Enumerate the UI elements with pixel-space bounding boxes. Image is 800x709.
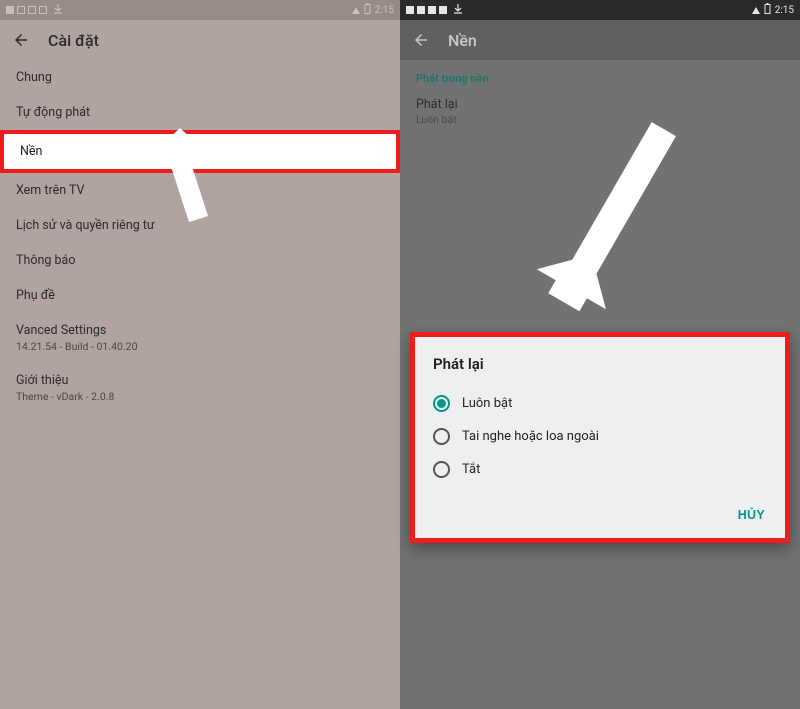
radio-icon — [433, 428, 450, 445]
battery-icon — [764, 3, 771, 17]
radio-icon — [433, 395, 450, 412]
option-headphones[interactable]: Tai nghe hoặc loa ngoài — [433, 420, 767, 453]
row-watch-tv[interactable]: Xem trên TV — [0, 173, 400, 208]
row-about[interactable]: Giới thiệu Theme - vDark - 2.0.8 — [0, 363, 400, 413]
option-off[interactable]: Tắt — [433, 453, 767, 486]
row-notifications[interactable]: Thông báo — [0, 243, 400, 278]
radio-icon — [433, 461, 450, 478]
row-autoplay[interactable]: Tự động phát — [0, 95, 400, 130]
row-history[interactable]: Lịch sử và quyền riêng tư — [0, 208, 400, 243]
status-bar-right: 2:15 — [400, 0, 800, 20]
row-captions[interactable]: Phụ đề — [0, 278, 400, 313]
status-bar-left: 2:15 — [0, 0, 400, 20]
battery-icon — [364, 3, 371, 17]
appbar-right: Nền — [400, 20, 800, 60]
download-icon — [454, 4, 462, 17]
annotation-arrow-right — [530, 120, 710, 330]
clock-text: 2:15 — [375, 5, 394, 16]
appbar-left: Cài đặt — [0, 20, 400, 60]
highlight-background-row: Nền — [0, 130, 400, 173]
wifi-icon — [352, 7, 360, 14]
row-general[interactable]: Chung — [0, 60, 400, 95]
row-vanced-settings[interactable]: Vanced Settings 14.21.54 - Build - 01.40… — [0, 313, 400, 363]
highlight-dialog: Phát lại Luôn bật Tai nghe hoặc loa ngoà… — [410, 332, 790, 543]
row-vanced-sub: 14.21.54 - Build - 01.40.20 — [16, 340, 384, 353]
section-label-background: Phát trong nền — [400, 60, 800, 91]
row-about-title: Giới thiệu — [16, 373, 384, 388]
option-label: Luôn bật — [462, 396, 512, 411]
back-icon[interactable] — [12, 31, 30, 49]
option-label: Tắt — [462, 462, 480, 477]
clock-text: 2:15 — [775, 5, 794, 16]
page-title: Nền — [448, 31, 477, 50]
back-icon[interactable] — [412, 31, 430, 49]
option-always-on[interactable]: Luôn bật — [433, 387, 767, 420]
cancel-button[interactable]: HỦY — [730, 502, 773, 528]
row-playback-value: Luôn bật — [416, 113, 784, 126]
dialog-playback: Phát lại Luôn bật Tai nghe hoặc loa ngoà… — [415, 337, 785, 496]
page-title: Cài đặt — [48, 31, 99, 50]
row-vanced-title: Vanced Settings — [16, 323, 384, 338]
row-playback-title: Phát lại — [416, 97, 784, 112]
row-playback[interactable]: Phát lại Luôn bật — [400, 91, 800, 136]
row-about-sub: Theme - vDark - 2.0.8 — [16, 390, 384, 403]
wifi-icon — [752, 7, 760, 14]
option-label: Tai nghe hoặc loa ngoài — [462, 429, 599, 444]
dialog-title: Phát lại — [433, 355, 767, 373]
download-icon — [54, 4, 62, 17]
row-background[interactable]: Nền — [4, 134, 396, 169]
